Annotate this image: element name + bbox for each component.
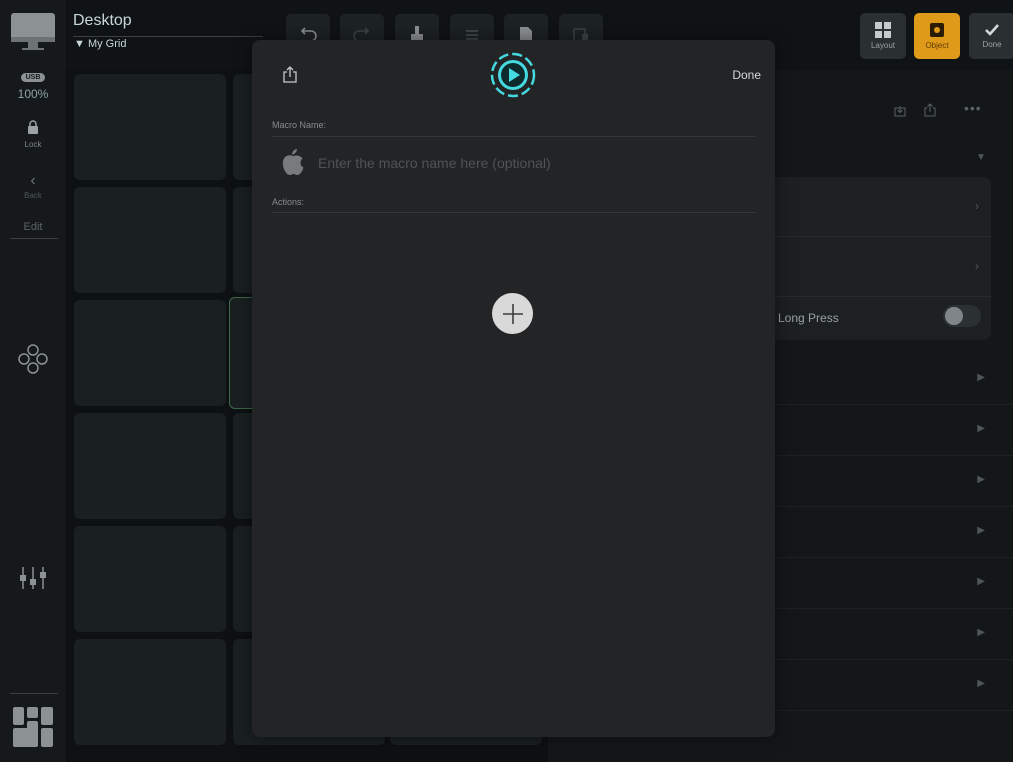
page-title: Desktop <box>73 12 132 29</box>
title-divider <box>73 36 263 37</box>
layout-button[interactable]: Layout <box>860 13 906 59</box>
apple-icon[interactable] <box>280 147 306 182</box>
mixer-icon[interactable] <box>0 565 66 596</box>
disclosure-arrow-icon: ▶ <box>977 372 985 383</box>
macro-name-input[interactable] <box>316 150 750 176</box>
done-header-label: Done <box>982 40 1002 49</box>
grid-tile[interactable] <box>74 300 226 406</box>
card-divider <box>768 296 991 297</box>
done-button[interactable]: Done <box>732 68 761 82</box>
chevron-right-icon[interactable]: › <box>975 199 979 213</box>
grid-tile[interactable] <box>74 639 226 745</box>
rail-divider <box>10 238 58 239</box>
macro-editor-modal: Done Macro Name: Actions: <box>252 40 775 737</box>
disclosure-arrow-icon: ▶ <box>977 576 985 587</box>
lock-icon <box>28 120 38 134</box>
grid-layout-icon[interactable] <box>0 706 66 753</box>
field-divider <box>272 212 755 213</box>
grid-selector[interactable]: ▼ My Grid <box>74 38 126 50</box>
import-icon[interactable] <box>894 104 906 122</box>
card-divider <box>768 236 991 237</box>
rail-divider-bottom <box>10 693 58 694</box>
chevron-left-icon: ‹ <box>30 172 36 189</box>
run-macro-button[interactable] <box>489 51 537 104</box>
grid-tile[interactable] <box>74 187 226 293</box>
field-divider <box>272 136 755 137</box>
disclosure-arrow-icon: ▶ <box>977 474 985 485</box>
plus-icon <box>502 303 523 324</box>
usb-connection-indicator: USB <box>0 66 66 84</box>
macro-name-label: Macro Name: <box>272 120 327 130</box>
zoom-value: 100% <box>17 87 49 101</box>
more-icon[interactable]: ••• <box>964 100 982 116</box>
object-icon <box>930 23 944 37</box>
grid-tile[interactable] <box>74 526 226 632</box>
chevron-right-icon[interactable]: › <box>975 259 979 273</box>
checkmark-icon <box>985 24 999 36</box>
grid-tile[interactable] <box>74 413 226 519</box>
layout-icon <box>875 22 891 38</box>
done-header-button[interactable]: Done <box>969 13 1013 59</box>
object-label: Object <box>925 41 949 50</box>
add-action-button[interactable] <box>492 293 533 334</box>
share-icon <box>283 66 297 83</box>
play-icon <box>490 52 536 98</box>
grid-tile[interactable] <box>74 74 226 180</box>
long-press-toggle[interactable] <box>943 305 981 327</box>
object-button[interactable]: Object <box>914 13 960 59</box>
lock-button[interactable]: Lock <box>0 120 66 149</box>
gamepad-icon[interactable] <box>0 343 66 380</box>
align-icon <box>466 30 478 40</box>
back-button[interactable]: ‹ Back <box>0 172 66 200</box>
edit-label[interactable]: Edit <box>0 221 66 233</box>
long-press-label: Long Press <box>778 311 839 325</box>
disclosure-arrow-icon: ▶ <box>977 627 985 638</box>
share-icon[interactable] <box>924 103 936 122</box>
share-button[interactable] <box>283 66 297 88</box>
disclosure-arrow-icon: ▶ <box>977 525 985 536</box>
usb-badge: USB <box>20 73 46 82</box>
actions-label: Actions: <box>272 197 305 207</box>
lock-label: Lock <box>24 140 42 149</box>
left-rail: USB 100% Lock ‹ Back Edit <box>0 0 67 762</box>
disclosure-arrow-icon: ▶ <box>977 423 985 434</box>
disclosure-arrow-icon: ▶ <box>977 678 985 689</box>
collapse-arrow-icon[interactable]: ▼ <box>976 152 986 163</box>
layout-label: Layout <box>870 41 896 50</box>
computer-icon[interactable] <box>0 12 66 57</box>
back-label: Back <box>24 191 42 200</box>
settings-card: › › Long Press <box>768 177 991 340</box>
toggle-knob <box>945 307 963 325</box>
